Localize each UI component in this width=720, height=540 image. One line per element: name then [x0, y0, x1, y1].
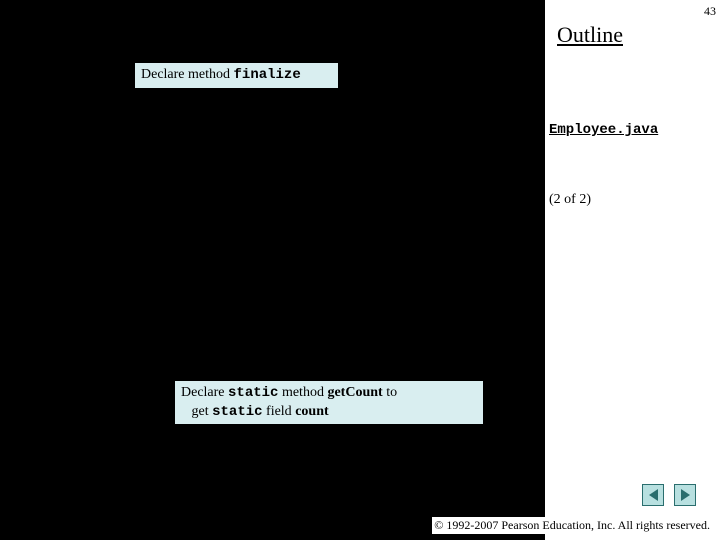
- copyright-text: © 1992-2007 Pearson Education, Inc. All …: [432, 517, 712, 534]
- page-indicator: (2 of 2): [549, 192, 591, 208]
- filename-label: Employee.java: [549, 122, 658, 138]
- next-button[interactable]: [674, 484, 696, 506]
- callout-keyword: static: [212, 404, 262, 420]
- callout-getcount: Declare static method getCount to get st…: [174, 380, 484, 425]
- callout-text: field: [263, 404, 296, 419]
- callout-finalize: Declare method finalize: [134, 62, 339, 89]
- outline-title: Outline: [557, 22, 623, 48]
- callout-method: getCount: [327, 385, 382, 400]
- callout-text: get: [192, 404, 213, 419]
- right-panel: 43 Outline Employee.java (2 of 2): [545, 0, 720, 540]
- callout-method: finalize: [234, 67, 301, 83]
- callout-field: count: [295, 404, 328, 419]
- nav-buttons: [642, 484, 696, 506]
- callout-text: Declare: [181, 385, 228, 400]
- prev-button[interactable]: [642, 484, 664, 506]
- arrow-line: [52, 397, 174, 398]
- callout-text: method: [278, 385, 327, 400]
- triangle-left-icon: [649, 489, 658, 501]
- callout-text: to: [383, 385, 397, 400]
- triangle-right-icon: [681, 489, 690, 501]
- page-number: 43: [704, 4, 716, 19]
- arrow-left-icon: [16, 68, 24, 76]
- callout-text: Declare method: [141, 67, 234, 82]
- callout-keyword: static: [228, 385, 278, 401]
- arrow-left-icon: [44, 393, 52, 401]
- arrow-line: [24, 72, 134, 73]
